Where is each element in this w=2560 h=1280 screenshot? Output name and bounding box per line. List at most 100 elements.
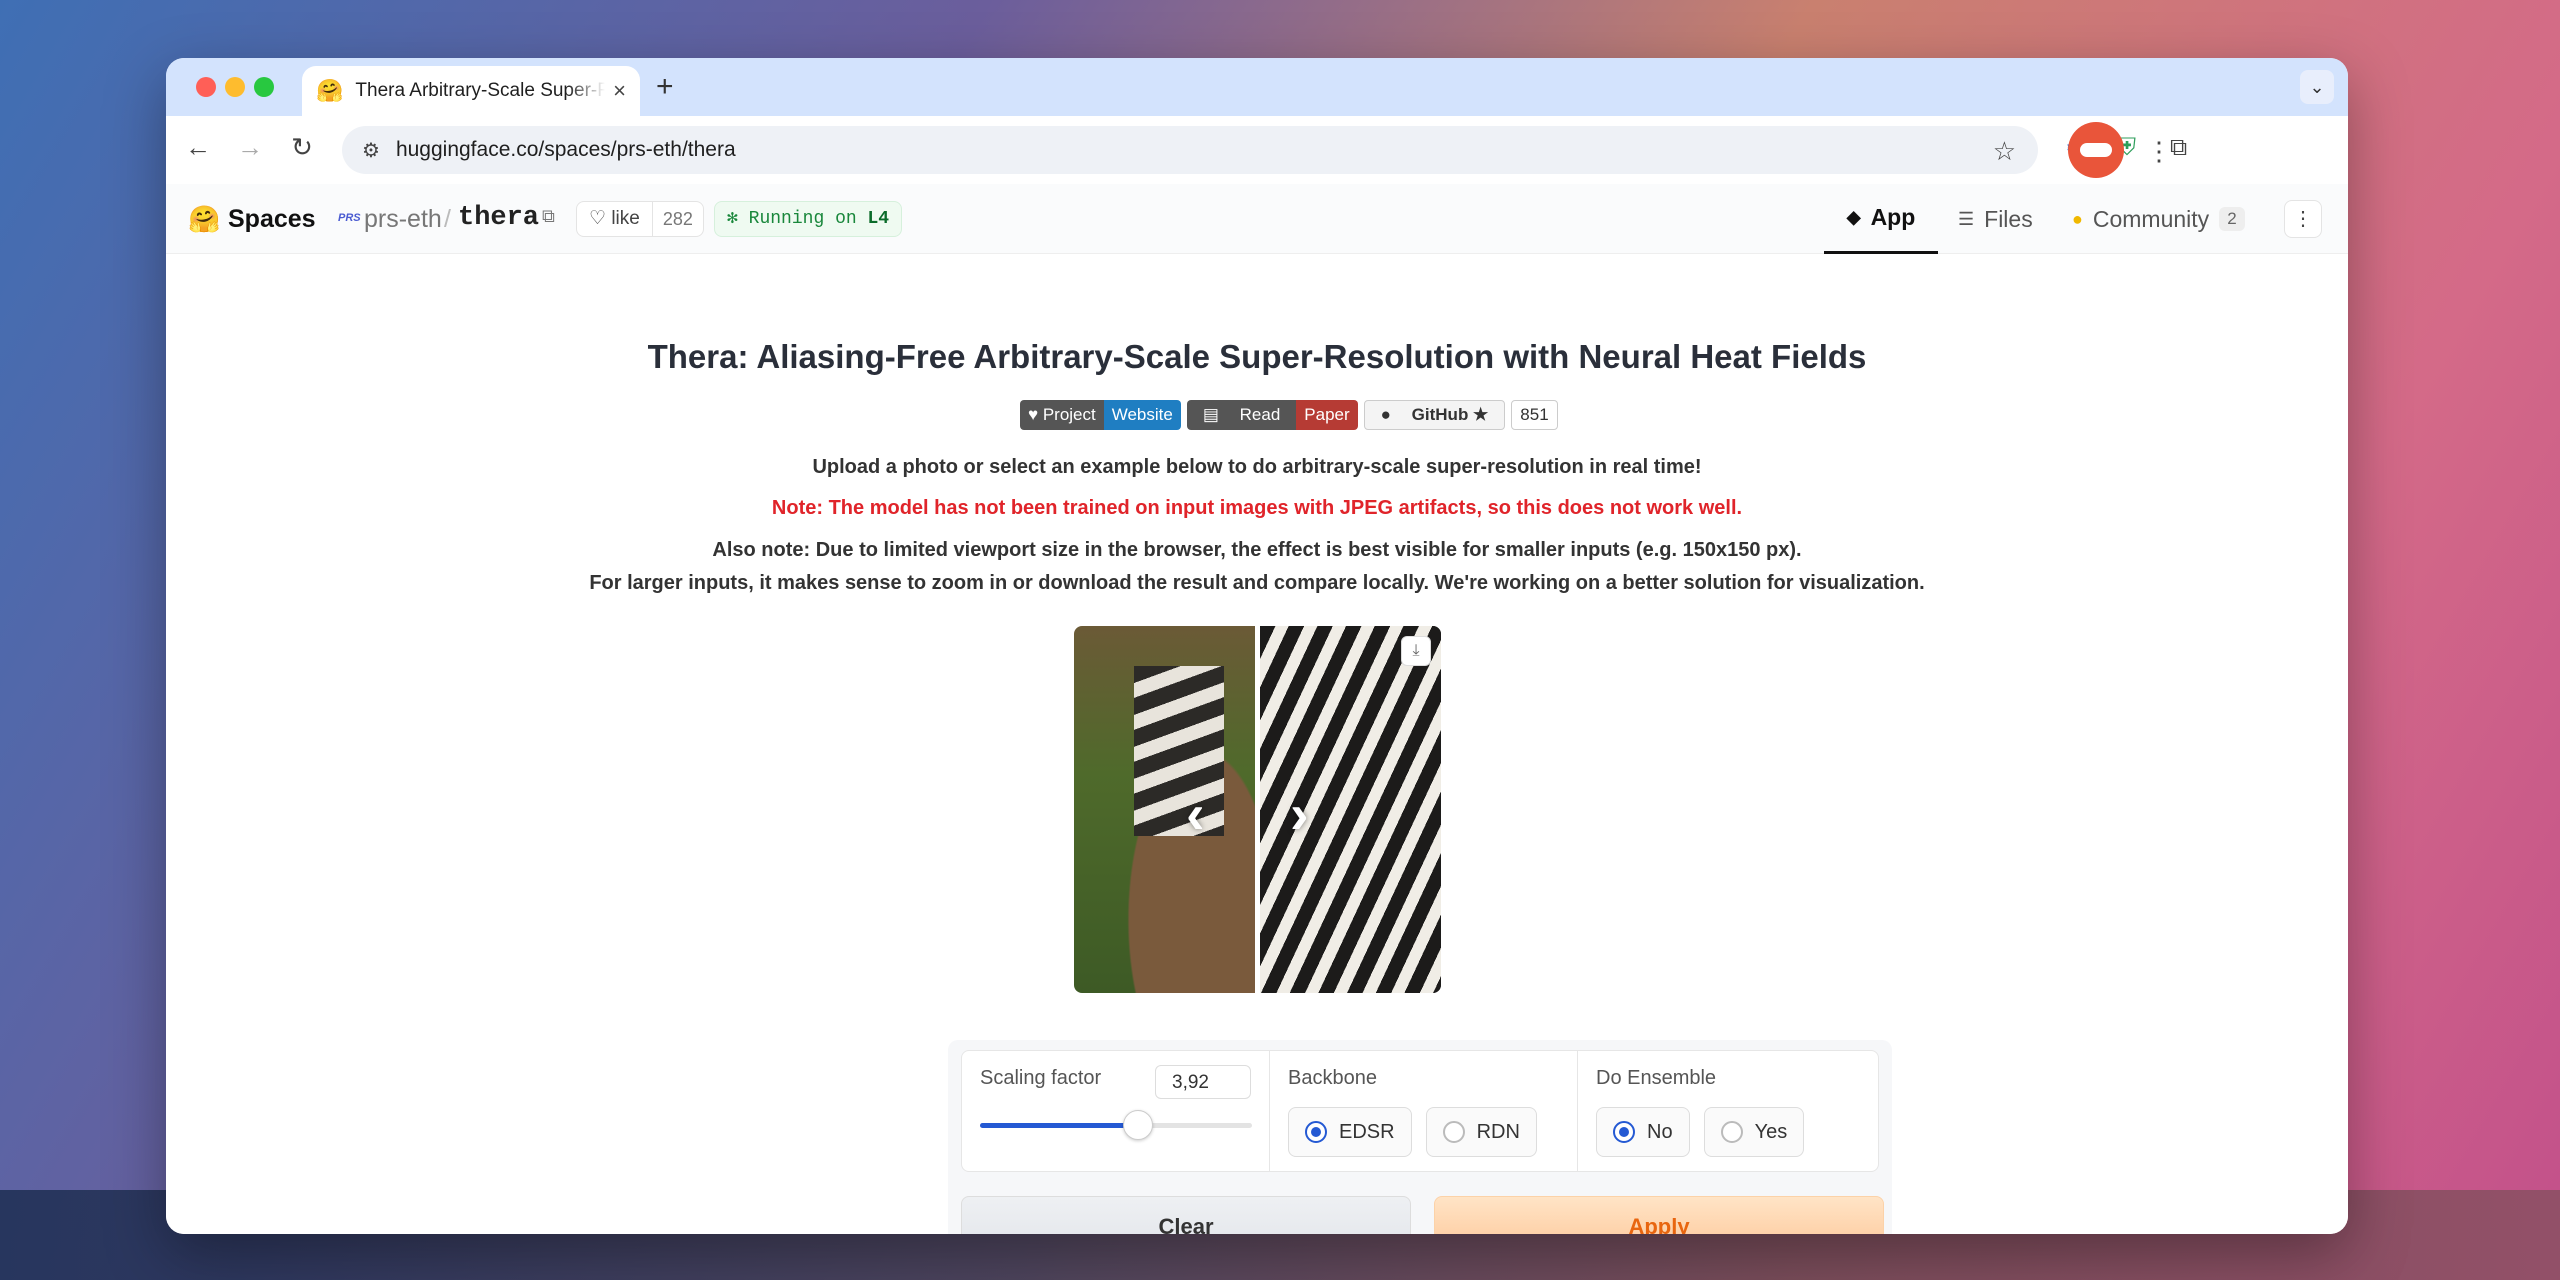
github-icon: ● <box>1380 405 1391 424</box>
radio-selected-icon <box>1613 1121 1635 1143</box>
chevron-right-icon[interactable]: › <box>1290 781 1309 846</box>
path-separator: / <box>444 205 451 233</box>
hardware-label: L4 <box>867 209 890 229</box>
tab-app[interactable]: ◆ App <box>1824 184 1938 254</box>
site-info-icon[interactable]: ⚙ <box>362 138 380 163</box>
minimize-window-button[interactable] <box>225 77 245 97</box>
radio-selected-icon <box>1305 1121 1327 1143</box>
tab-files[interactable]: ☰ Files <box>1958 184 2033 254</box>
forward-arrow-icon[interactable]: → <box>232 132 268 163</box>
new-tab-icon[interactable]: + <box>656 70 674 104</box>
community-count: 2 <box>2219 207 2245 231</box>
comparison-handle[interactable] <box>1255 626 1260 993</box>
radio-empty-icon <box>1720 1121 1743 1143</box>
repo-name[interactable]: thera <box>458 203 539 233</box>
community-icon: ● <box>2072 208 2083 229</box>
yes-label: Yes <box>1754 1120 1788 1143</box>
backbone-label: Backbone <box>1288 1067 1377 1089</box>
url-text[interactable]: huggingface.co/spaces/prs-eth/thera <box>396 138 736 162</box>
ensemble-yes-radio[interactable]: Yes <box>1703 1107 1805 1157</box>
hugging-face-favicon-icon: 🤗 <box>316 78 344 103</box>
tab-strip: 🤗 Thera Arbitrary-Scale Super-R × + ⌄ <box>166 58 2348 116</box>
browser-tab[interactable]: 🤗 Thera Arbitrary-Scale Super-R × <box>302 66 640 116</box>
tab-files-label: Files <box>1984 205 2033 232</box>
address-bar[interactable]: ⚙ huggingface.co/spaces/prs-eth/thera ☆ <box>342 126 2038 174</box>
app-content: Thera: Aliasing-Free Arbitrary-Scale Sup… <box>166 254 2348 1234</box>
reload-icon[interactable]: ↻ <box>284 132 320 163</box>
tab-title: Thera Arbitrary-Scale Super-R <box>355 80 606 101</box>
badge-row: ♥ Project Website ▤ Read Paper ● GitHub … <box>1020 400 1558 430</box>
project-badge-label: ♥ Project <box>1020 400 1104 430</box>
backbone-options: EDSR RDN <box>1288 1107 1537 1157</box>
ensemble-block: Do Ensemble No Yes <box>1578 1051 1878 1171</box>
clear-button[interactable]: Clear <box>961 1196 1411 1234</box>
bookmark-star-icon[interactable]: ☆ <box>1993 136 2016 167</box>
edsr-label: EDSR <box>1339 1120 1395 1143</box>
org-link[interactable]: prs-eth <box>364 205 442 234</box>
settings-row: Scaling factor 3,92 Backbone EDSR RDN Do… <box>961 1050 1879 1172</box>
low-res-zebra-image <box>1074 626 1256 993</box>
files-icon: ☰ <box>1958 208 1975 229</box>
paper-badge-label: Paper <box>1296 400 1358 430</box>
page-title: Thera: Aliasing-Free Arbitrary-Scale Sup… <box>647 338 1867 375</box>
like-button[interactable]: ♡ like 282 <box>576 201 704 237</box>
close-tab-icon[interactable]: × <box>613 78 626 104</box>
close-window-button[interactable] <box>196 77 216 97</box>
radio-empty-icon <box>1442 1121 1465 1143</box>
profile-avatar[interactable] <box>2068 122 2124 178</box>
spaces-link[interactable]: Spaces <box>228 205 316 234</box>
ensemble-options: No Yes <box>1596 1107 1805 1157</box>
browser-window: 🤗 Thera Arbitrary-Scale Super-R × + ⌄ ← … <box>166 58 2348 1234</box>
download-icon[interactable]: ⤓ <box>1401 636 1431 666</box>
viewport-note-2: For larger inputs, it makes sense to zoo… <box>589 572 1925 594</box>
running-label: Running on <box>748 209 857 229</box>
github-badge-label: GitHub ★ <box>1411 405 1489 424</box>
no-label: No <box>1647 1120 1673 1143</box>
jpeg-note: Note: The model has not been trained on … <box>771 497 1743 519</box>
copy-icon[interactable]: ⧉ <box>542 206 555 227</box>
ensemble-no-radio[interactable]: No <box>1596 1107 1690 1157</box>
read-badge-label: Read <box>1239 405 1281 424</box>
controls-panel: Scaling factor 3,92 Backbone EDSR RDN Do… <box>948 1040 1892 1234</box>
image-comparison-slider[interactable]: ‹ › ⤓ <box>1074 626 1441 993</box>
tab-community[interactable]: ● Community 2 <box>2072 184 2245 254</box>
backbone-edsr-radio[interactable]: EDSR <box>1288 1107 1412 1157</box>
website-badge-label: Website <box>1103 400 1181 430</box>
backbone-block: Backbone EDSR RDN <box>1270 1051 1578 1171</box>
like-label: like <box>611 208 640 229</box>
scaling-factor-input[interactable]: 3,92 <box>1155 1065 1251 1099</box>
chevron-left-icon[interactable]: ‹ <box>1186 781 1205 846</box>
back-arrow-icon[interactable]: ← <box>180 132 216 163</box>
rdn-label: RDN <box>1476 1120 1520 1143</box>
apply-button[interactable]: Apply <box>1434 1196 1884 1234</box>
project-website-badge[interactable]: ♥ Project Website <box>1020 400 1181 430</box>
document-icon: ▤ <box>1202 405 1219 424</box>
maximize-window-button[interactable] <box>254 77 274 97</box>
viewport-note-1: Also note: Due to limited viewport size … <box>712 539 1802 561</box>
scaling-factor-slider[interactable] <box>980 1110 1252 1140</box>
status-badge[interactable]: ✻ Running on L4 <box>714 201 903 237</box>
browser-menu-icon[interactable]: ⋮ <box>2146 136 2172 167</box>
tab-app-label: App <box>1870 204 1916 230</box>
fan-icon: ✻ <box>727 209 738 229</box>
slider-knob[interactable] <box>1122 1110 1153 1140</box>
like-count: 282 <box>662 209 693 229</box>
intro-text: Upload a photo or select an example belo… <box>812 456 1702 478</box>
hf-header: 🤗 Spaces PRS prs-eth / thera ⧉ ♡ like 28… <box>166 184 2348 254</box>
heart-icon: ♡ <box>589 208 607 229</box>
more-options-icon[interactable]: ⋮ <box>2284 200 2322 238</box>
hugging-face-logo-icon[interactable]: 🤗 <box>188 204 220 235</box>
super-res-zebra-image <box>1260 626 1441 993</box>
github-star-count[interactable]: 851 <box>1511 400 1558 430</box>
backbone-rdn-radio[interactable]: RDN <box>1425 1107 1537 1157</box>
read-paper-badge[interactable]: ▤ Read Paper <box>1186 400 1358 430</box>
org-avatar: PRS <box>338 212 361 224</box>
tab-community-label: Community <box>2092 205 2210 232</box>
github-badge[interactable]: ● GitHub ★ <box>1363 400 1506 430</box>
extensions-puzzle-icon[interactable]: ⧉ <box>2170 134 2187 162</box>
ensemble-label: Do Ensemble <box>1596 1067 1717 1089</box>
cube-icon: ◆ <box>1846 207 1861 227</box>
scaling-factor-block: Scaling factor 3,92 <box>962 1051 1270 1171</box>
tab-search-chevron-icon[interactable]: ⌄ <box>2300 70 2334 104</box>
slider-fill <box>980 1123 1138 1128</box>
